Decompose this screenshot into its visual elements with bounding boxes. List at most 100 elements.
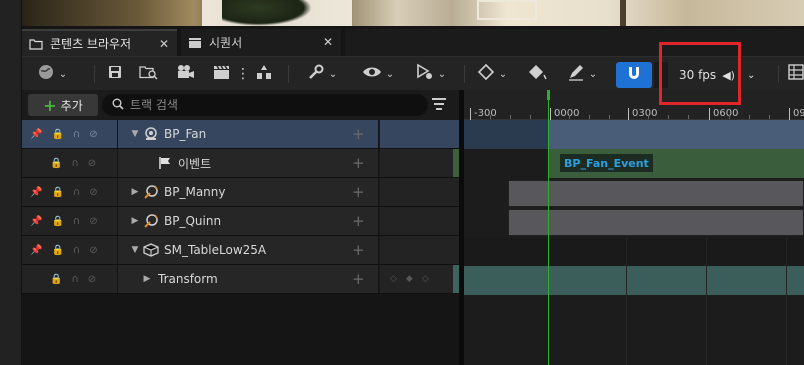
track-label-area[interactable]: ▼ SM_TableLow25A [118, 236, 378, 264]
ruler-tick-label: 0000 [550, 108, 579, 120]
edit-mode-button[interactable]: ⌄ [562, 62, 602, 86]
pin-icon[interactable]: 📌 [30, 216, 42, 227]
add-subtrack-icon[interactable]: + [352, 241, 365, 259]
level-viewport[interactable] [22, 0, 804, 26]
snap-toggle-button[interactable] [616, 62, 652, 88]
playhead-line[interactable] [548, 90, 549, 365]
track-row[interactable]: 🔒 ∩ ⊘ ▶ Transform + ◇ ◆ ◇ [22, 265, 459, 294]
track-name: Transform [158, 272, 218, 286]
filter-icon[interactable] [432, 98, 446, 113]
ruler-minor-tick [510, 115, 511, 119]
track-keyframe-controls: ◇ ◆ ◇ [379, 265, 459, 293]
ruler-tick-label: 0300 [628, 108, 657, 120]
event-key-label[interactable]: BP_Fan_Event [560, 154, 653, 172]
playback-options-button[interactable]: ⌄ [410, 62, 450, 86]
viewport-plant [222, 0, 312, 26]
track-label-area[interactable]: 이벤트 [118, 149, 378, 177]
toolbar-divider [94, 65, 95, 83]
track-row-controls: 📌 🔒 ∩ ⊘ [22, 207, 117, 235]
close-icon[interactable]: ✕ [323, 35, 333, 49]
previous-key-icon[interactable]: ◇ [390, 274, 397, 284]
track-row[interactable]: 📌 🔒 ∩ ⊘ ▼ SM_TableLow25A + [22, 236, 459, 265]
bp-manny-section[interactable] [508, 180, 804, 207]
headphones-icon[interactable]: ∩ [73, 216, 80, 227]
key-interpolation-button[interactable]: ⌄ [472, 62, 512, 86]
more-options-button[interactable]: ⋮ [236, 62, 250, 86]
view-options-button[interactable]: ⌄ [358, 62, 398, 86]
collapse-arrow-icon[interactable]: ▶ [128, 187, 142, 197]
snap-options-divider [654, 62, 668, 88]
table-lane[interactable] [464, 238, 804, 266]
collapse-arrow-icon[interactable]: ▶ [140, 274, 154, 284]
find-in-browser-button[interactable] [136, 62, 162, 86]
expand-arrow-icon[interactable]: ▼ [128, 129, 142, 139]
bp-fan-lane[interactable] [464, 120, 804, 149]
track-name: BP_Fan [164, 127, 207, 141]
track-row[interactable]: 📌 🔒 ∩ ⊘ ▶ BP_Quinn + [22, 207, 459, 236]
headphones-icon[interactable]: ∩ [73, 187, 80, 198]
ruler-minor-tick [749, 115, 750, 119]
add-subtrack-icon[interactable]: + [352, 154, 365, 172]
track-label-area[interactable]: ▶ BP_Manny [118, 178, 378, 206]
lock-icon[interactable]: 🔒 [51, 129, 63, 140]
mute-icon[interactable]: ⊘ [89, 129, 97, 140]
chevron-down-icon: ⌄ [588, 68, 598, 80]
lock-icon[interactable]: 🔒 [50, 274, 62, 285]
tab-bar: 콘텐츠 브라우저 ✕ 시퀀서 ✕ [22, 26, 804, 56]
add-subtrack-icon[interactable]: + [352, 270, 365, 288]
track-row-controls: 📌 🔒 ∩ ⊘ [22, 236, 117, 264]
mute-icon[interactable]: ⊘ [88, 274, 96, 285]
pin-icon[interactable]: 📌 [30, 245, 42, 256]
ruler-minor-tick [688, 115, 689, 119]
close-icon[interactable]: ✕ [159, 37, 169, 51]
expand-arrow-icon[interactable]: ▼ [128, 245, 142, 255]
frame-rate-menu[interactable]: 30 fps ◀) ⌄ [679, 62, 755, 88]
headphones-icon[interactable]: ∩ [73, 245, 80, 256]
bp-quinn-section[interactable] [508, 209, 804, 236]
track-row[interactable]: 🔒 ∩ ⊘ 이벤트 + [22, 149, 459, 178]
mute-icon[interactable]: ⊘ [89, 216, 97, 227]
add-subtrack-icon[interactable]: + [352, 183, 365, 201]
add-track-button[interactable]: + 추가 [28, 94, 98, 116]
lock-icon[interactable]: 🔒 [51, 245, 63, 256]
collapse-arrow-icon[interactable]: ▶ [128, 216, 142, 226]
mute-icon[interactable]: ⊘ [89, 245, 97, 256]
track-label-area[interactable]: ▼ BP_Fan [118, 120, 378, 148]
time-ruler[interactable]: -300 0000 0300 0600 0900 [464, 90, 804, 120]
pin-icon[interactable]: 📌 [30, 129, 42, 140]
mute-icon[interactable]: ⊘ [89, 187, 97, 198]
tab-content-browser[interactable]: 콘텐츠 브라우저 ✕ [22, 29, 177, 56]
lock-icon[interactable]: 🔒 [51, 187, 63, 198]
diamond-icon [477, 63, 495, 85]
grid-view-button[interactable] [786, 62, 804, 86]
pin-icon[interactable]: 📌 [30, 187, 42, 198]
headphones-icon[interactable]: ∩ [73, 129, 80, 140]
render-movie-button[interactable] [210, 62, 234, 86]
transform-lane[interactable] [464, 266, 804, 295]
tools-menu-button[interactable]: ⌄ [302, 62, 342, 86]
add-subtrack-icon[interactable]: + [352, 212, 365, 230]
headphones-icon[interactable]: ∩ [71, 158, 78, 169]
world-menu-button[interactable]: ⌄ [32, 62, 72, 86]
timeline-area[interactable]: -300 0000 0300 0600 0900 BP_Fan_Event [464, 90, 804, 365]
create-camera-button[interactable] [174, 62, 198, 86]
lock-icon[interactable]: 🔒 [51, 216, 63, 227]
next-key-icon[interactable]: ◇ [422, 274, 429, 284]
add-subtrack-icon[interactable]: + [352, 125, 365, 143]
headphones-icon[interactable]: ∩ [71, 274, 78, 285]
track-row[interactable]: 📌 🔒 ∩ ⊘ ▼ BP_Fan + [22, 120, 459, 149]
mute-icon[interactable]: ⊘ [88, 158, 96, 169]
lock-icon[interactable]: 🔒 [50, 158, 62, 169]
fps-label: 30 fps [679, 68, 717, 82]
track-search-input[interactable] [130, 98, 410, 112]
tab-sequencer[interactable]: 시퀀서 ✕ [181, 29, 341, 56]
add-key-icon[interactable]: ◆ [406, 274, 413, 284]
track-search-box[interactable] [102, 94, 428, 116]
track-label-area[interactable]: ▶ BP_Quinn [118, 207, 378, 235]
track-row-controls: 🔒 ∩ ⊘ [22, 265, 117, 293]
auto-key-button[interactable] [526, 62, 550, 86]
track-label-area[interactable]: ▶ Transform [118, 265, 378, 293]
track-row[interactable]: 📌 🔒 ∩ ⊘ ▶ BP_Manny + [22, 178, 459, 207]
save-button[interactable] [104, 62, 126, 86]
level-sequence-actors-button[interactable] [252, 62, 276, 86]
